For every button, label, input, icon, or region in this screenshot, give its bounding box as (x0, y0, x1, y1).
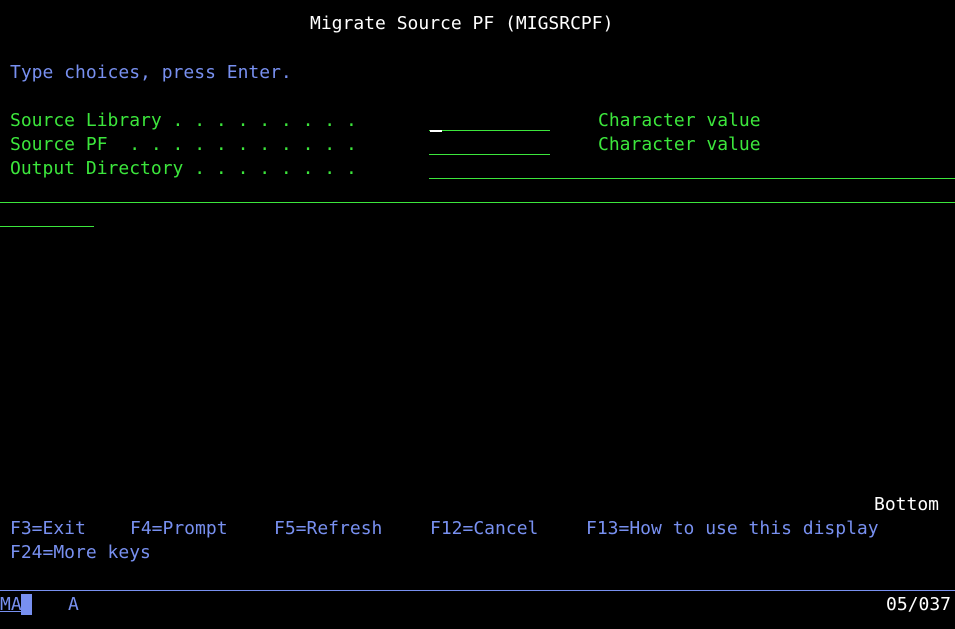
output-directory-input[interactable] (429, 156, 955, 179)
output-directory-input-line-3[interactable] (0, 204, 94, 227)
f3-exit-key[interactable]: F3=Exit (10, 517, 86, 541)
f4-prompt-key[interactable]: F4=Prompt (130, 517, 228, 541)
output-directory-input-line-2[interactable] (0, 180, 955, 203)
screen-title: Migrate Source PF (MIGSRCPF) (310, 13, 614, 34)
output-directory-label: Output Directory . . . . . . . . (10, 158, 357, 179)
instructions-text: Type choices, press Enter. (10, 62, 292, 83)
cursor-position-indicator: 05/037 (886, 594, 952, 615)
f5-refresh-key[interactable]: F5=Refresh (274, 517, 382, 541)
list-position-indicator: Bottom (874, 494, 940, 515)
source-library-label: Source Library . . . . . . . . . (10, 110, 357, 131)
source-library-input[interactable] (429, 108, 550, 131)
status-bar-separator (0, 590, 955, 591)
status-cursor-block (21, 594, 32, 615)
source-pf-hint: Character value (598, 134, 761, 155)
f13-help-key[interactable]: F13=How to use this display (586, 517, 879, 541)
source-pf-input[interactable] (429, 132, 550, 155)
session-indicator: MA (0, 594, 22, 615)
f12-cancel-key[interactable]: F12=Cancel (430, 517, 538, 541)
mode-indicator: A (68, 594, 79, 615)
source-library-hint: Character value (598, 110, 761, 131)
f24-more-keys[interactable]: F24=More keys (10, 541, 151, 565)
source-pf-label: Source PF . . . . . . . . . . . (10, 134, 357, 155)
